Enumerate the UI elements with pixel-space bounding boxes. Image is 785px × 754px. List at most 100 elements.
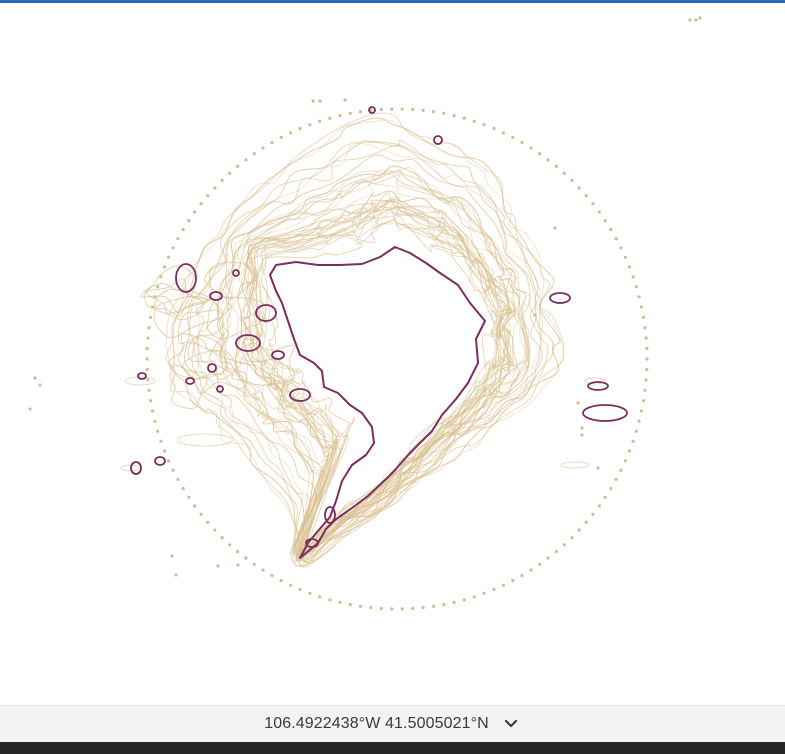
latitude-dot [146, 378, 150, 382]
latitude-dot [279, 579, 283, 583]
latitude-dot [609, 227, 613, 232]
latitude-dot [627, 265, 632, 269]
latitude-dot [591, 202, 595, 206]
island-speck [170, 554, 174, 558]
latitude-dot [156, 285, 160, 289]
latitude-dot [150, 409, 155, 413]
latitude-dot [462, 116, 466, 120]
latitude-dot [623, 459, 628, 463]
latitude-dot [289, 131, 293, 135]
latitude-dot [634, 285, 638, 289]
latitude-dot [577, 186, 581, 190]
ice-extent-island [549, 292, 571, 304]
latitude-dot [159, 439, 163, 443]
latitude-dot [538, 152, 542, 156]
island-speck [698, 16, 702, 20]
island-speck [174, 573, 178, 577]
latitude-dot [546, 158, 550, 162]
latitude-dot [520, 573, 524, 578]
island-speck [688, 18, 692, 22]
latitude-dot [167, 255, 171, 259]
map-canvas[interactable] [0, 3, 785, 703]
latitude-dot [482, 123, 486, 127]
latitude-dot [501, 131, 505, 135]
latitude-dot [538, 562, 542, 566]
latitude-dot [236, 550, 240, 554]
latitude-dot [244, 158, 248, 162]
latitude-dot [163, 265, 167, 269]
latitude-dot [236, 164, 240, 168]
ice-extent-island [582, 404, 628, 422]
latitude-dot [220, 536, 224, 540]
latitude-dot [252, 562, 256, 566]
latitude-dot [643, 388, 647, 392]
latitude-dot [627, 449, 632, 453]
latitude-dot [156, 429, 160, 433]
island-speck [28, 407, 32, 411]
latitude-dot [150, 305, 155, 309]
latitude-dot [220, 178, 224, 182]
latitude-dot [338, 600, 342, 605]
latitude-dot [193, 504, 197, 508]
latitude-dot [348, 111, 352, 115]
latitude-dot [645, 346, 649, 351]
latitude-dot [338, 114, 342, 118]
status-bar: 106.4922438°W 41.5005021°N [0, 705, 785, 742]
latitude-dot [411, 606, 415, 611]
latitude-dot [619, 468, 623, 472]
latitude-dot [379, 606, 383, 611]
island-speck [580, 426, 584, 430]
latitude-dot [631, 439, 635, 443]
latitude-dot [562, 171, 566, 175]
latitude-dot [252, 152, 256, 156]
island-speck [553, 226, 557, 230]
latitude-dot [348, 603, 352, 607]
latitude-dot [546, 556, 550, 560]
latitude-dot [176, 237, 180, 241]
island-speck [533, 313, 537, 317]
latitude-dot [181, 227, 185, 232]
latitude-dot [603, 495, 607, 499]
coordinate-readout: 106.4922438°W 41.5005021°N [264, 715, 489, 732]
latitude-dot [145, 346, 149, 351]
latitude-dot [492, 126, 496, 131]
latitude-dot [637, 295, 641, 299]
latitude-dot [400, 107, 404, 111]
latitude-dot [554, 550, 559, 554]
chevron-down-icon[interactable] [501, 714, 521, 734]
latitude-dot [328, 598, 332, 602]
latitude-dot [206, 194, 210, 198]
latitude-dot [562, 543, 566, 547]
latitude-dot [163, 449, 167, 453]
latitude-dot [358, 604, 363, 608]
island-speck [318, 99, 322, 103]
island-speck [38, 383, 42, 387]
latitude-dot [643, 326, 647, 330]
latitude-dot [159, 275, 163, 279]
latitude-dot [145, 357, 149, 361]
latitude-dot [520, 140, 524, 145]
latitude-dot [462, 598, 466, 602]
latitude-dot [472, 119, 476, 123]
latitude-dot [529, 146, 533, 150]
island-speck [236, 563, 240, 567]
latitude-dot [597, 504, 601, 508]
latitude-dot [637, 419, 641, 423]
map-view[interactable] [0, 3, 785, 703]
latitude-dot [501, 583, 505, 587]
latitude-dot [153, 295, 157, 299]
latitude-dot [431, 604, 436, 608]
latitude-dot [645, 367, 649, 372]
archipelago-contour [153, 295, 224, 339]
latitude-dot [199, 512, 203, 516]
latitude-dot [176, 477, 180, 481]
latitude-dot [623, 255, 628, 259]
ice-extent-island [154, 456, 166, 466]
latitude-dot [289, 583, 293, 587]
island-speck [343, 98, 347, 102]
latitude-dot [442, 603, 446, 607]
latitude-dot [181, 486, 185, 491]
latitude-dot [171, 246, 175, 250]
latitude-dot [614, 477, 618, 481]
latitude-dot [261, 568, 265, 572]
